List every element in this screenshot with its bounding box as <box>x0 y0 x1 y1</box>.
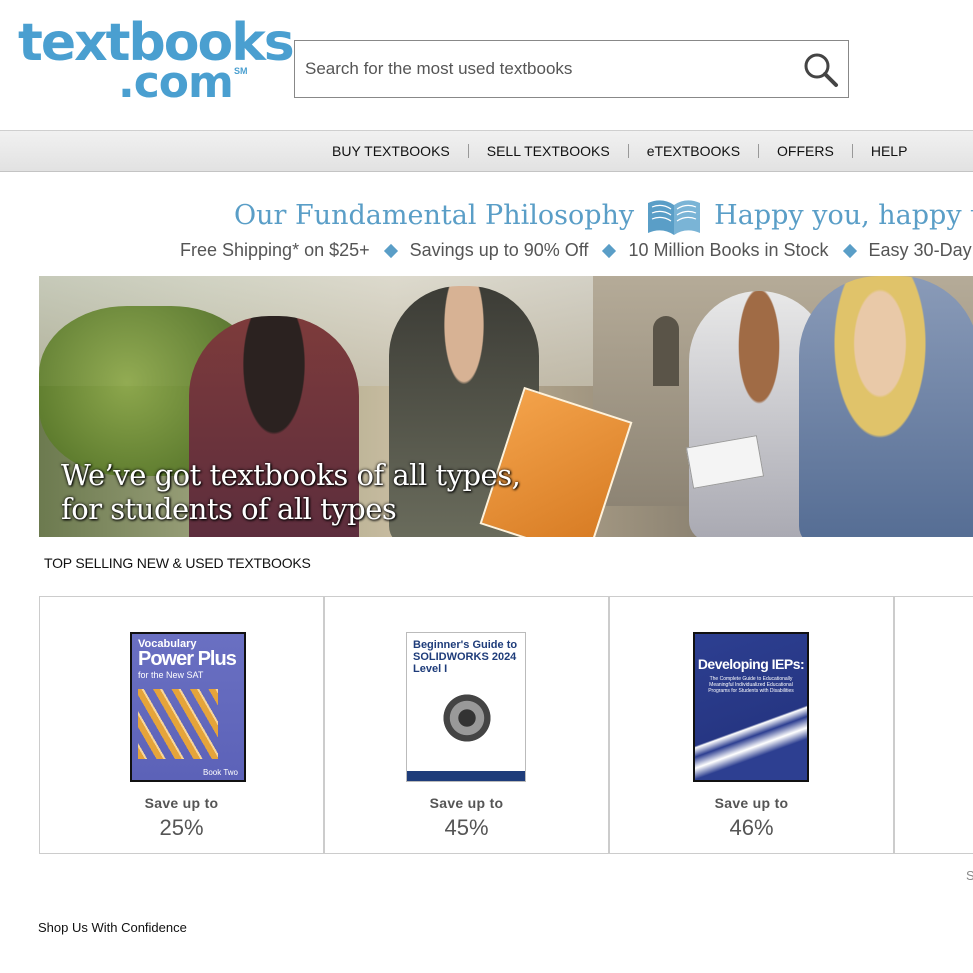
save-label: Save up to <box>714 795 789 811</box>
nav-help[interactable]: HELP <box>853 144 926 158</box>
logo-service-mark: SM <box>234 66 248 76</box>
benefits-strip: Free Shipping* on $25+ Savings up to 90%… <box>180 240 972 261</box>
benefit-stock: 10 Million Books in Stock <box>628 240 829 260</box>
book-card[interactable]: Vocabulary Power Plus for the New SAT Bo… <box>39 596 324 854</box>
philosophy-right-text: Happy you, happy us <box>714 199 973 231</box>
diamond-icon <box>383 243 398 258</box>
hero-caption-line2: for students of all types <box>61 492 397 526</box>
diamond-icon <box>602 243 617 258</box>
search-icon <box>804 53 838 87</box>
nav-buy-textbooks[interactable]: BUY TEXTBOOKS <box>314 144 469 158</box>
open-book-icon <box>648 200 701 235</box>
logo-text-line2: .com <box>118 57 234 108</box>
save-label: Save up to <box>144 795 219 811</box>
carousel-overflow-text: S <box>966 868 973 883</box>
header: textbooks .com SM <box>0 0 973 130</box>
shop-with-confidence-heading: Shop Us With Confidence <box>38 920 187 935</box>
nav-offers[interactable]: OFFERS <box>759 144 853 158</box>
cover-title: Developing IEPs: <box>697 656 805 672</box>
benefit-returns: Easy 30-Day <box>868 240 972 260</box>
pencils-illustration <box>138 689 218 759</box>
hero-banner[interactable]: We’ve got textbooks of all types, for st… <box>39 276 973 537</box>
book-card[interactable]: Beginner's Guide to SOLIDWORKS 2024 Leve… <box>324 596 609 854</box>
textbooks-logo[interactable]: textbooks .com SM <box>18 14 295 109</box>
hero-caption: We’ve got textbooks of all types, for st… <box>61 458 521 526</box>
book-cover-solidworks[interactable]: Beginner's Guide to SOLIDWORKS 2024 Leve… <box>406 632 526 782</box>
cover-subtitle: The Complete Guide to Educationally Mean… <box>708 676 794 694</box>
cover-level: Level I <box>413 663 448 675</box>
diamond-icon <box>842 243 857 258</box>
top-selling-title: TOP SELLING NEW & USED TEXTBOOKS <box>44 555 311 571</box>
benefit-free-shipping: Free Shipping* on $25+ <box>180 240 370 260</box>
search-button[interactable] <box>802 51 840 89</box>
engine-part-illustration <box>437 688 497 748</box>
book-cover-vocabulary[interactable]: Vocabulary Power Plus for the New SAT Bo… <box>130 632 246 782</box>
save-percent: 45% <box>444 815 489 840</box>
search-input[interactable] <box>295 41 805 97</box>
cover-title-main: Power Plus <box>138 648 237 670</box>
save-percent: 46% <box>729 815 774 840</box>
save-label: Save up to <box>429 795 504 811</box>
cover-subtitle: for the New SAT <box>138 670 204 680</box>
book-card[interactable]: Developing IEPs: The Complete Guide to E… <box>609 596 894 854</box>
philosophy-banner: Our Fundamental Philosophy Happy you, ha… <box>234 193 973 237</box>
top-selling-carousel: Vocabulary Power Plus for the New SAT Bo… <box>39 596 973 856</box>
search-box <box>294 40 849 98</box>
cover-book-number: Book Two <box>203 768 238 777</box>
benefit-savings: Savings up to 90% Off <box>409 240 589 260</box>
nav-etextbooks[interactable]: eTEXTBOOKS <box>629 144 760 158</box>
nav-sell-textbooks[interactable]: SELL TEXTBOOKS <box>469 144 629 158</box>
cover-title: Beginner's Guide to SOLIDWORKS 2024 Leve… <box>413 639 525 675</box>
philosophy-left-text: Our Fundamental Philosophy <box>234 199 635 231</box>
book-cover-developing-ieps[interactable]: Developing IEPs: The Complete Guide to E… <box>693 632 809 782</box>
hero-student-4 <box>799 276 973 537</box>
save-percent: 25% <box>159 815 204 840</box>
cover-publisher-band <box>407 771 525 781</box>
hero-caption-line1: We’ve got textbooks of all types, <box>61 458 521 492</box>
cover-title-main: Beginner's Guide to SOLIDWORKS 2024 <box>413 639 518 663</box>
book-card-partial[interactable] <box>894 596 973 854</box>
main-navigation: BUY TEXTBOOKS SELL TEXTBOOKS eTEXTBOOKS … <box>0 130 973 172</box>
